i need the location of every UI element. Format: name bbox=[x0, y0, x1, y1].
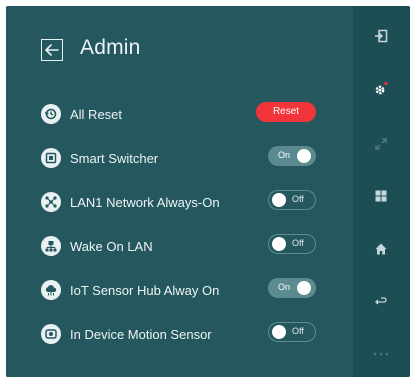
motion-sensor-icon bbox=[41, 324, 61, 344]
home-icon[interactable] bbox=[373, 241, 389, 257]
setting-label: In Device Motion Sensor bbox=[70, 327, 212, 342]
admin-panel: Admin All Reset Reset Smart Switcher On … bbox=[6, 6, 353, 377]
toggle-knob bbox=[272, 193, 286, 207]
setting-row-all-reset: All Reset Reset bbox=[6, 101, 353, 131]
admin-window: Admin All Reset Reset Smart Switcher On … bbox=[6, 6, 410, 377]
input-icon[interactable] bbox=[373, 28, 389, 44]
fit-screen-icon[interactable] bbox=[373, 136, 389, 152]
toggle-state: On bbox=[278, 282, 291, 292]
sidebar bbox=[353, 6, 410, 377]
toggle-state: Off bbox=[292, 194, 304, 204]
setting-label: Smart Switcher bbox=[70, 151, 159, 166]
apps-icon[interactable] bbox=[373, 188, 389, 204]
network-icon bbox=[41, 192, 61, 212]
settings-icon[interactable] bbox=[373, 81, 389, 97]
toggle-knob bbox=[297, 281, 311, 295]
iot-sensor-hub-toggle[interactable]: On bbox=[268, 278, 316, 298]
toggle-knob bbox=[272, 237, 286, 251]
lan-icon bbox=[41, 236, 61, 256]
toggle-state: On bbox=[278, 150, 291, 160]
setting-row-motion-sensor: In Device Motion Sensor Off bbox=[6, 321, 353, 351]
setting-row-wake-on-lan: Wake On LAN Off bbox=[6, 233, 353, 263]
more-icon[interactable] bbox=[373, 346, 389, 362]
switcher-icon bbox=[41, 148, 61, 168]
setting-label: All Reset bbox=[70, 107, 123, 122]
back-button[interactable] bbox=[41, 39, 63, 61]
reset-icon bbox=[41, 104, 61, 124]
setting-row-smart-switcher: Smart Switcher On bbox=[6, 145, 353, 175]
toggle-knob bbox=[272, 325, 286, 339]
setting-label: LAN1 Network Always-On bbox=[70, 195, 220, 210]
page-title: Admin bbox=[80, 36, 141, 59]
wake-on-lan-toggle[interactable]: Off bbox=[268, 234, 316, 254]
arrow-left-icon bbox=[45, 44, 59, 56]
back-icon[interactable] bbox=[373, 294, 389, 310]
motion-sensor-toggle[interactable]: Off bbox=[268, 322, 316, 342]
reset-button[interactable]: Reset bbox=[256, 102, 316, 122]
toggle-state: Off bbox=[292, 326, 304, 336]
toggle-knob bbox=[297, 149, 311, 163]
cloud-icon bbox=[41, 280, 61, 300]
setting-label: IoT Sensor Hub Alway On bbox=[70, 283, 220, 298]
toggle-state: Off bbox=[292, 238, 304, 248]
smart-switcher-toggle[interactable]: On bbox=[268, 146, 316, 166]
lan1-network-toggle[interactable]: Off bbox=[268, 190, 316, 210]
setting-row-lan1-network: LAN1 Network Always-On Off bbox=[6, 189, 353, 219]
setting-row-iot-sensor-hub: IoT Sensor Hub Alway On On bbox=[6, 277, 353, 307]
setting-label: Wake On LAN bbox=[70, 239, 153, 254]
